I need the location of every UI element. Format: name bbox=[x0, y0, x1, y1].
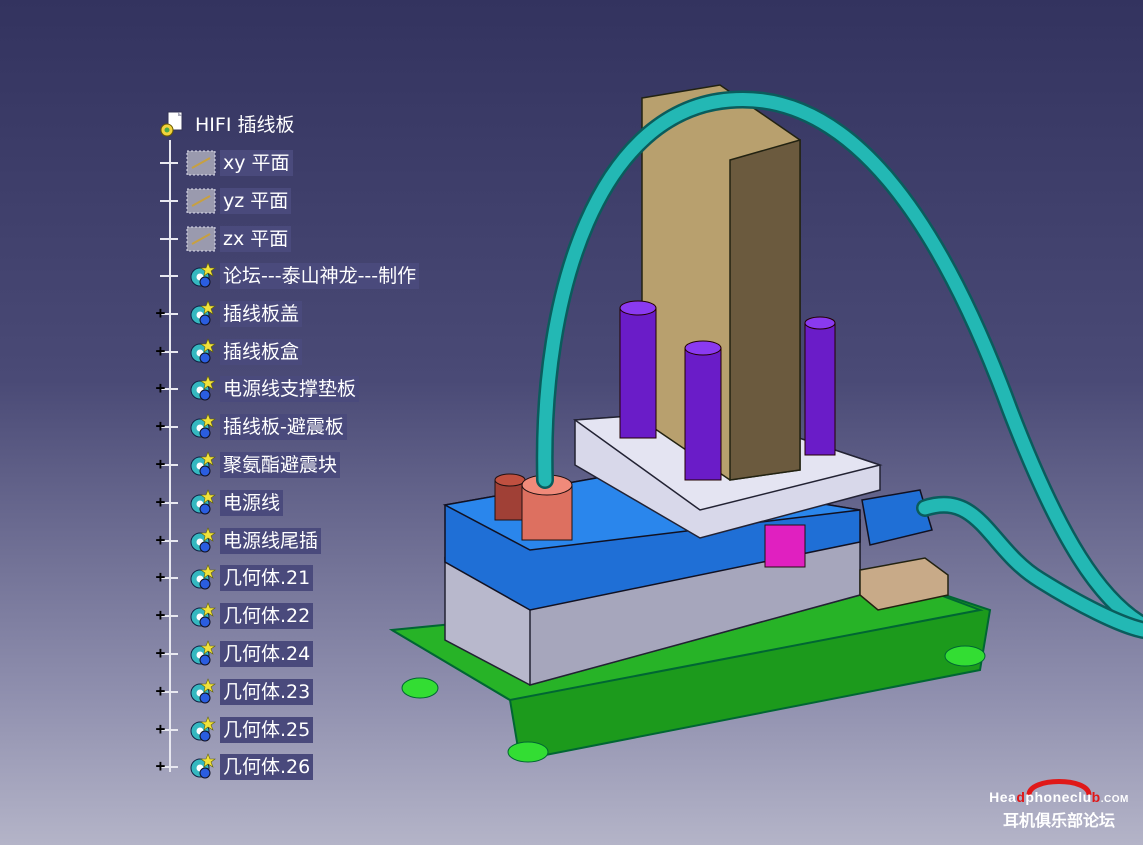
plane-icon bbox=[186, 226, 216, 252]
tree-body-node[interactable]: + 电源线 bbox=[156, 488, 284, 516]
tree-plane-label: xy 平面 bbox=[220, 150, 293, 176]
body-gear-icon bbox=[190, 564, 216, 590]
post-3 bbox=[804, 322, 836, 456]
expand-icon[interactable]: + bbox=[154, 531, 167, 547]
body-gear-icon bbox=[190, 262, 216, 288]
expand-icon[interactable]: + bbox=[154, 493, 167, 509]
body-gear-icon bbox=[190, 753, 216, 779]
foot-left bbox=[401, 677, 439, 699]
tree-body-label: 插线板盒 bbox=[220, 338, 303, 365]
tree-body-node[interactable]: + 几何体.25 bbox=[156, 715, 314, 743]
body-gear-icon bbox=[190, 488, 216, 515]
tree-body-label: 电源线尾插 bbox=[220, 527, 322, 554]
tree-branch bbox=[160, 162, 178, 164]
tree-body-label: 几何体.22 bbox=[220, 603, 314, 630]
tree-body-label: 几何体.25 bbox=[220, 716, 314, 743]
tree-body-label: 电源线支撑垫板 bbox=[220, 376, 360, 403]
tree-body-node[interactable]: + 电源线支撑垫板 bbox=[156, 375, 360, 403]
body-gear-icon bbox=[190, 375, 216, 401]
3d-model-viewport[interactable] bbox=[380, 80, 1143, 780]
watermark-text-5: .COM bbox=[1100, 794, 1129, 805]
body-gear-icon bbox=[190, 413, 216, 439]
tree-body-node[interactable]: + 插线板-避震板 bbox=[156, 413, 347, 441]
post-2 bbox=[684, 347, 722, 481]
damper-block bbox=[764, 524, 806, 568]
tree-plane-node[interactable]: yz 平面 bbox=[160, 188, 292, 214]
tree-body-node[interactable]: + 几何体.23 bbox=[156, 677, 314, 705]
body-gear-icon bbox=[190, 715, 216, 742]
expand-icon[interactable]: + bbox=[154, 682, 167, 698]
part-document-icon bbox=[160, 111, 183, 137]
tree-body-node[interactable]: + 几何体.22 bbox=[156, 602, 314, 630]
body-gear-icon bbox=[190, 337, 216, 364]
watermark-text-4: b bbox=[1091, 789, 1101, 805]
expand-icon[interactable]: + bbox=[154, 342, 167, 358]
expand-icon[interactable]: + bbox=[154, 304, 167, 320]
tree-root[interactable]: HIFI 插线板 bbox=[158, 111, 297, 138]
expand-icon[interactable]: + bbox=[154, 569, 167, 585]
body-gear-icon bbox=[190, 602, 216, 628]
tree-body-node[interactable]: + 插线板盖 bbox=[156, 299, 303, 327]
headphoneclub-watermark: Headphoneclub.COM 耳机俱乐部论坛 bbox=[979, 773, 1139, 841]
tree-body-label: 几何体.23 bbox=[220, 678, 314, 705]
tree-body-label: 电源线 bbox=[220, 489, 284, 516]
tree-branch bbox=[160, 238, 178, 240]
expand-icon[interactable]: + bbox=[154, 456, 167, 472]
body-gear-icon bbox=[190, 451, 216, 477]
tree-body-node[interactable]: + 几何体.21 bbox=[156, 564, 314, 592]
tree-root-label: HIFI 插线板 bbox=[195, 114, 295, 136]
foot-right bbox=[944, 645, 986, 667]
tree-body-node[interactable]: + 电源线尾插 bbox=[156, 526, 322, 554]
tree-body-node[interactable]: + 聚氨酯避震块 bbox=[156, 451, 341, 478]
tree-body-label: 几何体.24 bbox=[220, 641, 314, 667]
tree-body-label: 几何体.21 bbox=[220, 565, 314, 592]
tree-branch bbox=[160, 275, 178, 277]
tree-plane-label: zx 平面 bbox=[220, 226, 292, 252]
tree-body-node[interactable]: + 插线板盒 bbox=[156, 337, 303, 365]
plane-icon bbox=[186, 188, 216, 214]
body-gear-icon bbox=[190, 526, 216, 553]
post-1 bbox=[619, 307, 657, 439]
expand-icon[interactable]: + bbox=[154, 607, 167, 623]
body-gear-icon bbox=[190, 640, 216, 666]
expand-icon[interactable]: + bbox=[154, 645, 167, 661]
tree-plane-node[interactable]: xy 平面 bbox=[160, 150, 293, 176]
body-gear-icon bbox=[190, 677, 216, 704]
watermark-text-1: Hea bbox=[989, 789, 1017, 805]
tail-plug bbox=[861, 489, 933, 546]
expand-icon[interactable]: + bbox=[154, 720, 167, 736]
tree-branch bbox=[160, 200, 178, 202]
tree-body-label: 插线板-避震板 bbox=[220, 414, 347, 441]
expand-icon[interactable]: + bbox=[154, 418, 167, 434]
tree-body-label: 插线板盖 bbox=[220, 300, 303, 327]
watermark-cn-text: 耳机俱乐部论坛 bbox=[1002, 811, 1115, 830]
tree-body-node[interactable]: + 几何体.24 bbox=[156, 640, 314, 667]
expand-icon[interactable]: + bbox=[154, 758, 167, 774]
tree-plane-label: yz 平面 bbox=[220, 188, 292, 214]
watermark-text-3: phoneclu bbox=[1025, 789, 1092, 805]
expand-icon[interactable]: + bbox=[154, 380, 167, 396]
tree-connector bbox=[169, 140, 171, 772]
tree-plane-node[interactable]: zx 平面 bbox=[160, 226, 292, 252]
plane-icon bbox=[186, 150, 216, 176]
tree-body-label: 几何体.26 bbox=[220, 754, 314, 781]
tree-body-node[interactable]: + 几何体.26 bbox=[156, 753, 314, 781]
tree-body-label: 聚氨酯避震块 bbox=[220, 452, 341, 478]
foot-front bbox=[507, 741, 549, 763]
body-gear-icon bbox=[190, 299, 216, 326]
